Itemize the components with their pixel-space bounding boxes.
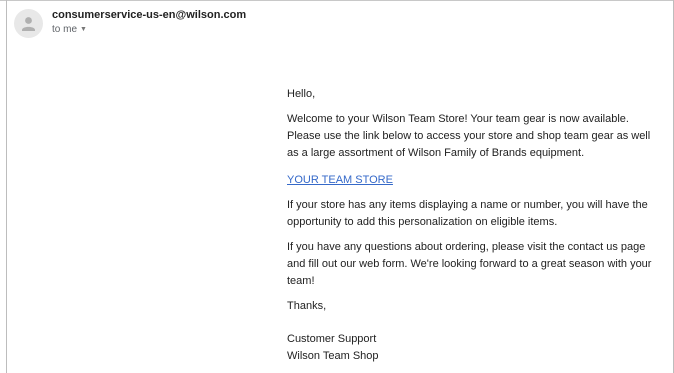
signature-line-2: Wilson Team Shop bbox=[287, 350, 379, 362]
greeting-text: Hello, bbox=[287, 88, 316, 100]
recipient-details-toggle[interactable]: to me ▼ bbox=[52, 24, 87, 35]
person-icon bbox=[22, 17, 35, 31]
recipient-label: to me bbox=[52, 24, 78, 35]
welcome-paragraph: Welcome to your Wilson Team Store! Your … bbox=[287, 113, 651, 159]
chevron-down-icon[interactable]: ▼ bbox=[80, 26, 87, 33]
questions-paragraph: If you have any questions about ordering… bbox=[287, 241, 652, 287]
sender-email: consumerservice-us-en@wilson.com bbox=[52, 9, 247, 21]
frame-top-border bbox=[0, 0, 674, 1]
store-link-paragraph: YOUR TEAM STORE bbox=[287, 172, 393, 189]
signature-line-1: Customer Support bbox=[287, 333, 377, 345]
sender-avatar[interactable] bbox=[14, 9, 43, 38]
frame-left-border bbox=[6, 0, 7, 373]
thanks-text: Thanks, bbox=[287, 300, 327, 312]
team-store-link[interactable]: YOUR TEAM STORE bbox=[287, 174, 393, 186]
personalization-paragraph: If your store has any items displaying a… bbox=[287, 199, 648, 228]
